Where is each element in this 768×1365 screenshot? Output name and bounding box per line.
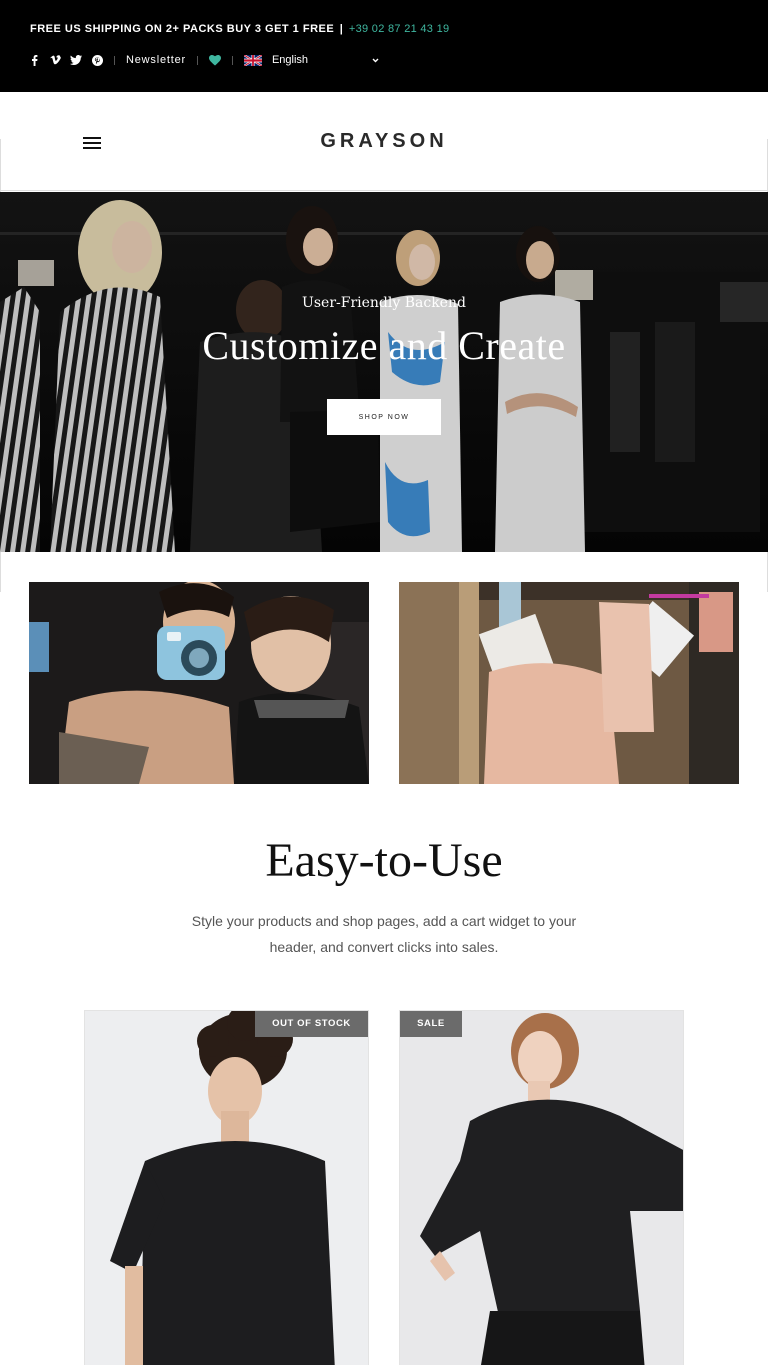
hero-subtitle: User-Friendly Backend xyxy=(302,295,466,311)
language-selector[interactable]: English xyxy=(243,54,379,66)
social-links xyxy=(28,54,103,66)
divider xyxy=(231,55,233,65)
site-logo[interactable]: GRAYSON xyxy=(0,130,768,153)
hero-overlay xyxy=(0,192,768,552)
product-card[interactable]: SALE xyxy=(399,1010,684,1365)
promo-tile-dresses[interactable] xyxy=(399,582,739,784)
section-description: Style your products and shop pages, add … xyxy=(191,913,577,955)
topbar-links: Newsletter English xyxy=(28,52,379,68)
site-header: GRAYSON xyxy=(0,92,768,192)
twitter-icon[interactable] xyxy=(70,54,82,66)
tile-image xyxy=(399,582,739,784)
promo-tile-camera[interactable] xyxy=(29,582,369,784)
product-image xyxy=(400,1011,683,1365)
tile-image xyxy=(29,582,369,784)
divider xyxy=(196,55,198,65)
facebook-icon[interactable] xyxy=(28,54,40,66)
chevron-down-icon xyxy=(372,58,379,63)
divider xyxy=(114,55,115,65)
promo-bar: FREE US SHIPPING ON 2+ PACKS BUY 3 GET 1… xyxy=(30,23,449,35)
section-title: Easy-to-Use xyxy=(265,834,503,887)
phone-number[interactable]: +39 02 87 21 43 19 xyxy=(349,23,450,35)
hero-title: Customize and Create xyxy=(202,323,566,368)
pinterest-icon[interactable] xyxy=(91,54,103,66)
uk-flag-icon xyxy=(243,54,262,66)
hero-banner: User-Friendly Backend Customize and Crea… xyxy=(0,192,768,552)
product-image xyxy=(85,1011,368,1365)
divider xyxy=(0,552,1,592)
product-card[interactable]: OUT OF STOCK xyxy=(84,1010,369,1365)
out-of-stock-badge: OUT OF STOCK xyxy=(255,1011,368,1037)
shop-now-button[interactable]: SHOP NOW xyxy=(327,399,441,435)
heart-icon[interactable] xyxy=(208,54,221,66)
top-bar: FREE US SHIPPING ON 2+ PACKS BUY 3 GET 1… xyxy=(0,0,768,92)
promo-text: FREE US SHIPPING ON 2+ PACKS BUY 3 GET 1… xyxy=(30,23,335,35)
newsletter-link[interactable]: Newsletter xyxy=(126,54,186,66)
sale-badge: SALE xyxy=(400,1011,462,1037)
promo-separator: | xyxy=(339,23,344,35)
vimeo-icon[interactable] xyxy=(49,54,61,66)
divider xyxy=(0,190,768,191)
language-label: English xyxy=(271,54,309,66)
